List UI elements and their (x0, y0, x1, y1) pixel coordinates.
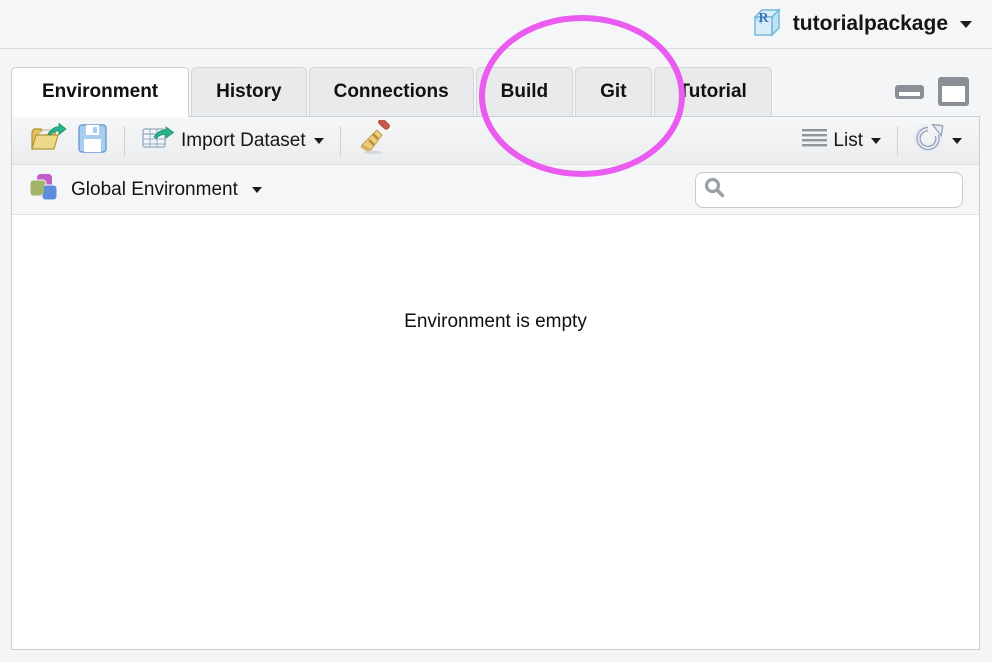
environment-scope-selector[interactable]: Global Environment (28, 172, 262, 208)
toolbar-separator (124, 126, 125, 156)
environment-scope-bar: Global Environment (12, 165, 979, 215)
environment-content: Environment is empty (12, 215, 979, 649)
global-environment-icon (28, 172, 59, 208)
tab-history[interactable]: History (191, 67, 306, 116)
search-icon (704, 177, 725, 203)
project-name[interactable]: tutorialpackage (793, 12, 948, 36)
import-dataset-icon (141, 124, 175, 157)
svg-text:R: R (758, 11, 769, 26)
pane-window-controls (894, 67, 980, 116)
display-mode-caret-icon (871, 138, 881, 144)
refresh-button[interactable] (909, 121, 967, 161)
broom-icon (357, 120, 393, 161)
tab-environment[interactable]: Environment (11, 67, 189, 117)
environment-toolbar: Import Dataset (12, 117, 979, 165)
maximize-pane-icon[interactable] (937, 76, 970, 107)
toolbar-right-group: List (797, 121, 967, 161)
minimize-pane-icon[interactable] (894, 84, 925, 100)
pane-tabbar: Environment History Connections Build Gi… (11, 67, 980, 116)
environment-search-box (695, 172, 963, 208)
empty-environment-message: Environment is empty (12, 311, 979, 333)
tab-tutorial[interactable]: Tutorial (654, 67, 772, 116)
project-bar: R tutorialpackage (0, 0, 992, 49)
pane-body: Import Dataset (11, 116, 980, 650)
refresh-icon (914, 124, 944, 158)
import-dataset-caret-icon (314, 138, 324, 144)
toolbar-separator (897, 126, 898, 156)
open-folder-icon (29, 122, 67, 159)
environment-pane: Environment History Connections Build Gi… (11, 67, 980, 650)
display-mode-button[interactable]: List (797, 125, 886, 156)
environment-scope-caret-icon (252, 187, 262, 193)
tab-build[interactable]: Build (476, 67, 574, 116)
environment-search-input[interactable] (731, 180, 954, 200)
save-floppy-icon (77, 123, 108, 159)
r-project-icon: R (749, 5, 783, 44)
import-dataset-label: Import Dataset (181, 130, 306, 152)
list-lines-icon (802, 128, 827, 153)
clear-objects-button[interactable] (352, 117, 398, 164)
project-dropdown-caret-icon[interactable] (960, 21, 972, 28)
environment-scope-label: Global Environment (71, 179, 238, 201)
display-mode-label: List (833, 130, 863, 152)
load-workspace-button[interactable] (24, 119, 72, 162)
tab-git[interactable]: Git (575, 67, 651, 116)
import-dataset-button[interactable]: Import Dataset (136, 121, 329, 160)
toolbar-separator (340, 126, 341, 156)
save-workspace-button[interactable] (72, 120, 113, 162)
refresh-caret-icon (952, 138, 962, 144)
tab-connections[interactable]: Connections (309, 67, 474, 116)
